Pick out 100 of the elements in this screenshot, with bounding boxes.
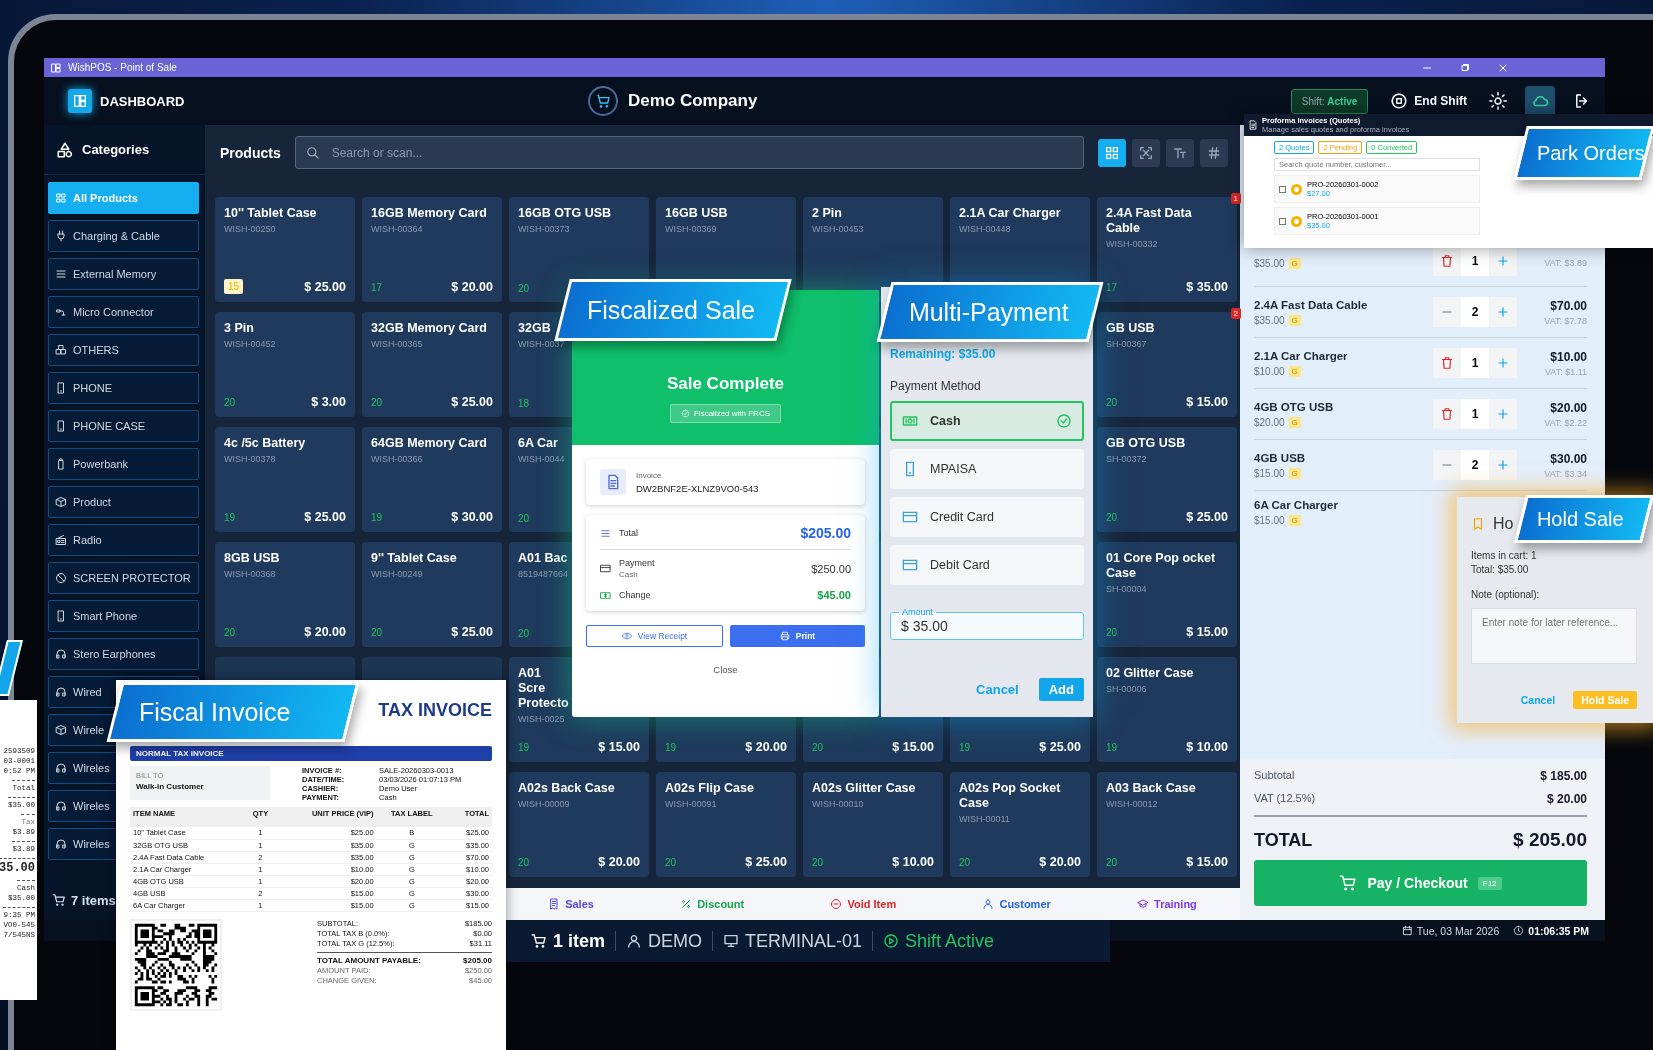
stock-count: 20	[665, 856, 677, 868]
tax-label: G	[1288, 467, 1301, 479]
session-items: 1 item	[553, 930, 606, 952]
total-value: $ 205.00	[1513, 829, 1587, 851]
product-sku: SH-00372	[1106, 454, 1148, 464]
invoice-title: TAX INVOICE	[378, 700, 492, 720]
product-price: $ 25.00	[745, 855, 787, 869]
quantity-value: 1	[1461, 246, 1489, 276]
vat-label: VAT (12.5%)	[1254, 792, 1316, 806]
product-sku: WISH-00250	[224, 224, 277, 234]
product-name: 8GB USB	[224, 551, 281, 566]
unit-price: $10.00	[1254, 365, 1285, 377]
items-count: Items in cart: 1	[1471, 550, 1538, 561]
feature-tooltip: Multi-Payment	[876, 282, 1104, 342]
total-label: Total	[619, 528, 638, 538]
dialog-heading: Sale Complete	[666, 374, 785, 394]
unit-price: $15.00	[1254, 515, 1285, 526]
count-badge: 1	[1230, 193, 1241, 204]
product-sku: SH-00006	[1106, 684, 1148, 694]
categories-title: Categories	[82, 142, 150, 157]
product-price: $ 25.00	[304, 510, 346, 524]
subtotal-label: Subtotal	[1254, 769, 1295, 783]
product-sku: WISH-00368	[224, 569, 277, 579]
status-time: 01:06:35 PM	[1528, 924, 1589, 937]
product-name: A01 Scre Protecto	[518, 666, 570, 711]
session-terminal: TERMINAL-01	[745, 930, 863, 952]
feature-tooltip: Fiscalized Sale	[554, 279, 792, 341]
product-price: $ 15.00	[892, 740, 934, 754]
product-price: $ 15.00	[1186, 625, 1228, 639]
cart-item-name: 2.1A Car Charger	[1254, 349, 1349, 362]
product-sku: WISH-00091	[665, 799, 718, 809]
fiscal-status-badge: Fiscalized with FRCS	[670, 404, 781, 423]
stock-count: 19	[1106, 741, 1118, 753]
payment-value: $250.00	[811, 562, 851, 575]
product-sku: WISH-00448	[959, 224, 1012, 234]
product-sku: WISH-00452	[224, 339, 277, 349]
product-name: A01 Bac	[518, 551, 569, 566]
session-user: DEMO	[648, 930, 703, 952]
cart-item-name: 4GB OTG USB	[1254, 400, 1335, 413]
cart-item-name: 2.4A Fast Data Cable	[1254, 298, 1369, 311]
tax-label: G	[1288, 257, 1301, 269]
session-shift: Shift Active	[905, 930, 995, 952]
stock-count: 18	[518, 398, 530, 409]
product-name: 01 Core Pop ocket Case	[1106, 551, 1217, 581]
product-name: 64GB Memory Card	[371, 436, 488, 451]
stock-count: 19	[224, 511, 236, 523]
total-value: $205.00	[800, 525, 851, 541]
product-price: $ 10.00	[892, 855, 934, 869]
dialog-title: Ho	[1493, 515, 1514, 533]
change-value: $45.00	[817, 589, 851, 601]
payment-method-label: Payment Method	[890, 379, 982, 393]
product-price: $ 25.00	[451, 625, 493, 639]
stock-count: 20	[518, 283, 530, 294]
product-name: A02s Flip Case	[665, 781, 755, 796]
product-sku: WISH-00373	[518, 224, 571, 234]
product-name: GB USB	[1106, 321, 1156, 336]
product-name: 32GB Memory Card	[371, 321, 488, 336]
product-price: $ 25.00	[451, 395, 493, 409]
product-sku: 8519487664	[518, 569, 570, 579]
product-price: $ 20.00	[451, 280, 493, 294]
product-name: 16GB Memory Card	[371, 206, 488, 221]
product-sku: WISH-00332	[1106, 239, 1159, 249]
product-name: 3 Pin	[224, 321, 255, 336]
product-sku: WISH-00009	[518, 799, 571, 809]
line-total: $30.00	[1550, 451, 1587, 466]
product-sku: WISH-00010	[812, 799, 865, 809]
product-name: 32GB	[518, 321, 552, 336]
product-sku: WISH-00365	[371, 339, 424, 349]
quantity-value: 1	[1461, 348, 1489, 378]
total-label: TOTAL AMOUNT PAYABLE:	[317, 955, 421, 965]
cart-count: 7 items	[71, 892, 116, 908]
product-price: $ 20.00	[304, 625, 346, 639]
stock-count: 20	[371, 626, 383, 638]
product-price: $ 20.00	[745, 740, 787, 754]
stock-count: 19	[518, 741, 530, 753]
product-sku: WISH-00378	[224, 454, 277, 464]
stock-count: 20	[812, 741, 824, 753]
product-price: $ 15.00	[1186, 855, 1228, 869]
stock-count: 17	[371, 281, 383, 293]
cart-item-name: 6A Car Charger	[1254, 499, 1339, 511]
stock-count: 19	[959, 741, 971, 753]
product-name: 4c /5c Battery	[224, 436, 307, 451]
tax-label: G	[1288, 416, 1301, 428]
product-name: 2.1A Car Charger	[959, 206, 1062, 221]
tax-label: G	[1288, 365, 1301, 377]
product-sku: WISH-00012	[1106, 799, 1159, 809]
product-name: 16GB USB	[665, 206, 729, 221]
product-name: 2.4A Fast Data Cable	[1106, 206, 1193, 236]
status-date: Tue, 03 Mar 2026	[1416, 924, 1500, 937]
product-name: A02s Back Case	[518, 781, 616, 796]
line-vat: VAT: $3.89	[1544, 257, 1587, 268]
stock-count: 20	[1106, 626, 1118, 638]
stock-count: 19	[371, 511, 383, 523]
quantity-value: 2	[1461, 450, 1489, 480]
remaining-amount: Remaining: $35.00	[890, 347, 997, 361]
receipt-line: 35.00	[0, 858, 35, 876]
products-title: Products	[220, 144, 281, 161]
total-value: $205.00	[463, 955, 492, 965]
line-total: $70.00	[1550, 298, 1587, 313]
feature-tooltip: Hold Sale	[1514, 495, 1653, 543]
